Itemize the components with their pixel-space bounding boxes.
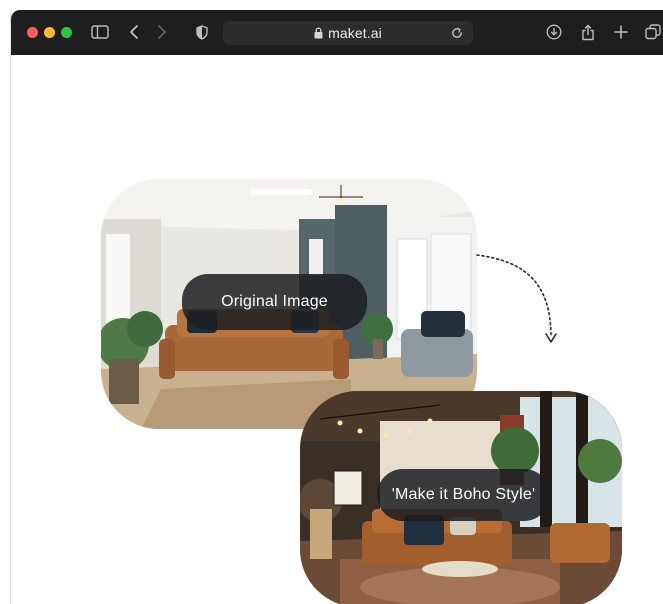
shield-icon[interactable] xyxy=(195,23,209,41)
forward-button[interactable] xyxy=(155,23,169,41)
tabs-icon[interactable] xyxy=(644,23,662,41)
back-button[interactable] xyxy=(127,23,141,41)
lock-icon xyxy=(314,27,323,39)
original-image-caption: Original Image xyxy=(182,274,367,330)
url-text: maket.ai xyxy=(328,25,382,41)
plus-icon[interactable] xyxy=(612,23,630,41)
close-window-button[interactable] xyxy=(27,27,38,38)
browser-toolbar: maket.ai xyxy=(11,10,663,55)
sidebar-toggle-icon[interactable] xyxy=(91,23,109,41)
boho-style-caption: 'Make it Boho Style' xyxy=(377,469,550,521)
address-bar[interactable]: maket.ai xyxy=(223,21,473,45)
reload-icon[interactable] xyxy=(449,25,465,41)
dotted-arrow-icon xyxy=(476,254,557,343)
download-icon[interactable] xyxy=(545,23,563,41)
minimize-window-button[interactable] xyxy=(44,27,55,38)
zoom-window-button[interactable] xyxy=(61,27,72,38)
page-content: Original Image 'Make it Boho Style' xyxy=(11,55,663,604)
browser-window: maket.ai Original Image 'Make it Boho St… xyxy=(10,10,663,604)
share-icon[interactable] xyxy=(579,23,597,41)
